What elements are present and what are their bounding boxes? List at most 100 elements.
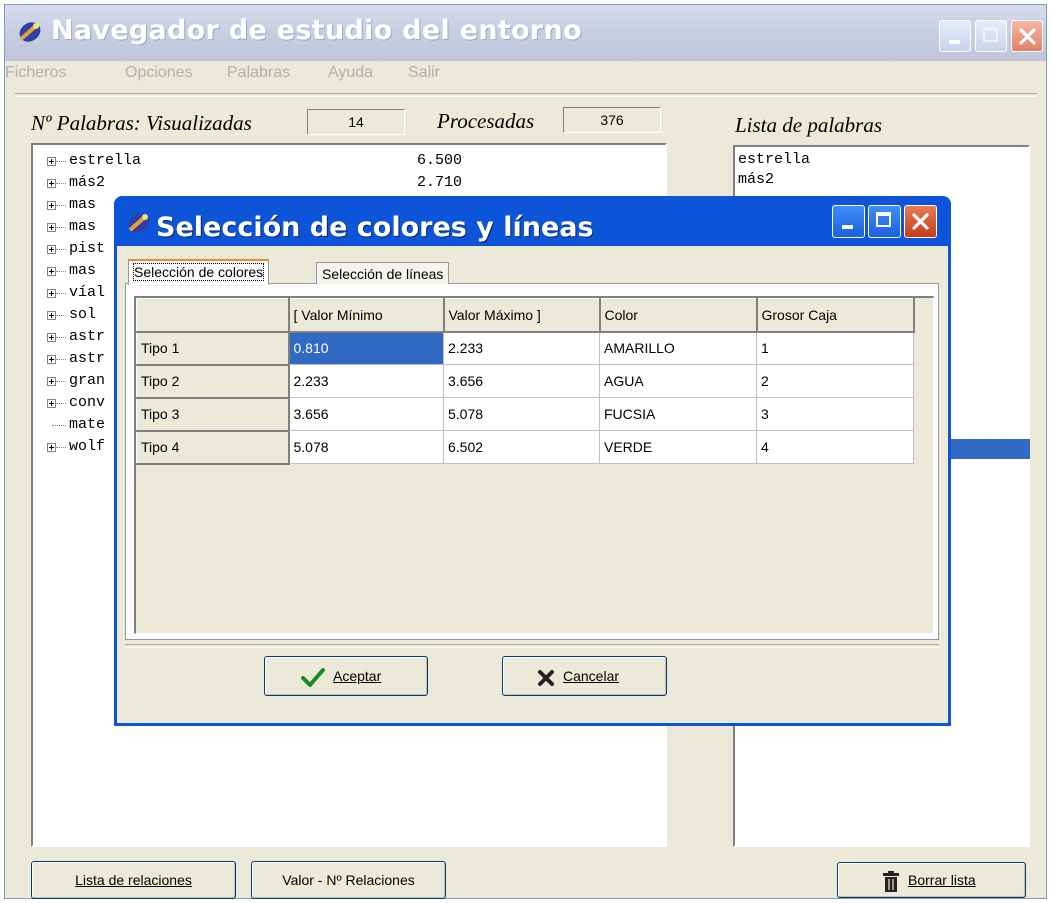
tree-connector xyxy=(52,425,66,427)
tree-word: mas xyxy=(69,196,97,213)
trash-icon xyxy=(883,871,899,892)
word-list-title: Lista de palabras xyxy=(735,113,883,137)
column-header[interactable]: Color xyxy=(599,298,758,333)
borrar-lista-label: Borrar lista xyxy=(908,872,976,888)
tree-connector xyxy=(56,293,66,295)
maximize-icon xyxy=(983,27,998,42)
procesadas-count: 376 xyxy=(563,107,661,133)
expand-icon[interactable] xyxy=(47,289,56,298)
dialog-titlebar[interactable]: Selección de colores y líneas xyxy=(114,196,951,246)
colors-grid[interactable]: [ Valor Mínimo Valor Máximo ] Color Gros… xyxy=(134,296,934,634)
expand-icon[interactable] xyxy=(47,201,56,210)
row-header[interactable]: Tipo 1 xyxy=(136,331,290,366)
cancelar-button[interactable]: Cancelar xyxy=(502,656,667,696)
tree-connector xyxy=(56,227,66,229)
tab-panel: [ Valor Mínimo Valor Máximo ] Color Gros… xyxy=(125,283,939,640)
button-divider xyxy=(125,644,939,648)
menu-salir[interactable]: Salir xyxy=(408,64,440,82)
word-list-item[interactable]: estrella xyxy=(738,151,810,168)
visualizadas-label: Nº Palabras: Visualizadas xyxy=(31,111,252,135)
close-icon xyxy=(912,213,929,230)
tab-seleccion-colores[interactable]: Selección de colores xyxy=(128,259,270,285)
table-cell[interactable]: 1 xyxy=(756,331,914,365)
table-cell[interactable]: 4 xyxy=(756,430,914,464)
expand-icon[interactable] xyxy=(47,377,56,386)
table-cell[interactable]: 3.656 xyxy=(288,397,444,431)
tree-connector xyxy=(56,249,66,251)
row-header[interactable]: Tipo 3 xyxy=(136,397,290,432)
lista-relaciones-button[interactable]: Lista de relaciones xyxy=(31,861,236,899)
word-list-item[interactable]: más2 xyxy=(738,171,774,188)
table-cell[interactable]: 2.233 xyxy=(443,331,600,365)
tree-connector xyxy=(56,271,66,273)
menu-ficheros[interactable]: Ficheros xyxy=(5,64,66,82)
table-cell[interactable]: FUCSIA xyxy=(599,397,757,431)
colors-table: [ Valor Mínimo Valor Máximo ] Color Gros… xyxy=(136,298,915,465)
row-header[interactable]: Tipo 2 xyxy=(136,364,290,399)
table-header-row: [ Valor Mínimo Valor Máximo ] Color Gros… xyxy=(136,298,915,333)
table-row: Tipo 4 5.078 6.502 VERDE 4 xyxy=(136,430,914,465)
menu-palabras[interactable]: Palabras xyxy=(227,64,290,82)
tree-word: víal xyxy=(69,284,106,301)
expand-icon[interactable] xyxy=(47,333,56,342)
tree-word: mas xyxy=(69,262,97,279)
aceptar-button[interactable]: Aceptar xyxy=(264,656,428,696)
table-row: Tipo 2 2.233 3.656 AGUA 2 xyxy=(136,364,914,399)
expand-icon[interactable] xyxy=(47,355,56,364)
expand-icon[interactable] xyxy=(47,157,56,166)
tree-word: wolf xyxy=(69,438,106,455)
table-cell[interactable]: 2.233 xyxy=(288,364,444,398)
column-header[interactable]: Grosor Caja xyxy=(756,298,915,333)
corner-header xyxy=(136,298,290,333)
row-header[interactable]: Tipo 4 xyxy=(136,430,290,465)
minimize-icon xyxy=(842,225,853,229)
expand-icon[interactable] xyxy=(47,267,56,276)
dialog-close-button[interactable] xyxy=(904,205,937,238)
tree-word: astr xyxy=(69,350,106,367)
tree-word: gran xyxy=(69,372,106,389)
table-cell[interactable]: 2 xyxy=(756,364,914,398)
tree-word: mate xyxy=(69,416,106,433)
table-cell[interactable]: 5.078 xyxy=(288,430,444,464)
tree-word: conv xyxy=(69,394,106,411)
menu-opciones[interactable]: Opciones xyxy=(125,64,193,82)
column-header[interactable]: Valor Máximo ] xyxy=(443,298,601,333)
color-line-dialog: Selección de colores y líneas [ Valor Mí… xyxy=(114,196,951,726)
expand-icon[interactable] xyxy=(47,399,56,408)
table-cell[interactable]: 3 xyxy=(756,397,914,431)
tree-connector xyxy=(56,315,66,317)
expand-icon[interactable] xyxy=(47,443,56,452)
borrar-lista-button[interactable]: Borrar lista xyxy=(837,862,1026,898)
expand-icon[interactable] xyxy=(47,245,56,254)
tree-word: astr xyxy=(69,328,106,345)
word-list-selected-item[interactable] xyxy=(945,439,1030,459)
column-header[interactable]: [ Valor Mínimo xyxy=(288,298,445,333)
maximize-button[interactable] xyxy=(975,20,1007,52)
expand-icon[interactable] xyxy=(47,311,56,320)
tree-connector xyxy=(56,381,66,383)
table-cell[interactable]: AGUA xyxy=(599,364,757,398)
tree-connector xyxy=(56,205,66,207)
main-titlebar[interactable]: Navegador de estudio del entorno xyxy=(5,5,1046,61)
maximize-icon xyxy=(876,212,891,227)
expand-icon[interactable] xyxy=(47,179,56,188)
expand-icon[interactable] xyxy=(47,223,56,232)
table-cell[interactable]: 5.078 xyxy=(443,397,600,431)
tab-seleccion-lineas[interactable]: Selección de líneas xyxy=(316,262,450,284)
tree-connector xyxy=(56,161,66,163)
table-cell[interactable]: 6.502 xyxy=(443,430,600,464)
aceptar-label: Aceptar xyxy=(333,668,382,684)
table-cell-selected[interactable]: 0.810 xyxy=(288,331,444,365)
dialog-maximize-button[interactable] xyxy=(868,205,901,238)
dialog-minimize-button[interactable] xyxy=(832,205,865,238)
table-cell[interactable]: VERDE xyxy=(599,430,757,464)
valor-relaciones-button[interactable]: Valor - Nº Relaciones xyxy=(251,861,446,899)
app-icon xyxy=(19,22,41,42)
minimize-button[interactable] xyxy=(939,20,971,52)
table-cell[interactable]: 3.656 xyxy=(443,364,600,398)
table-cell[interactable]: AMARILLO xyxy=(599,331,757,365)
table-row: Tipo 1 0.810 2.233 AMARILLO 1 xyxy=(136,331,914,366)
menu-ayuda[interactable]: Ayuda xyxy=(328,64,373,82)
close-button[interactable] xyxy=(1011,20,1043,52)
tree-word: estrella xyxy=(69,152,142,169)
